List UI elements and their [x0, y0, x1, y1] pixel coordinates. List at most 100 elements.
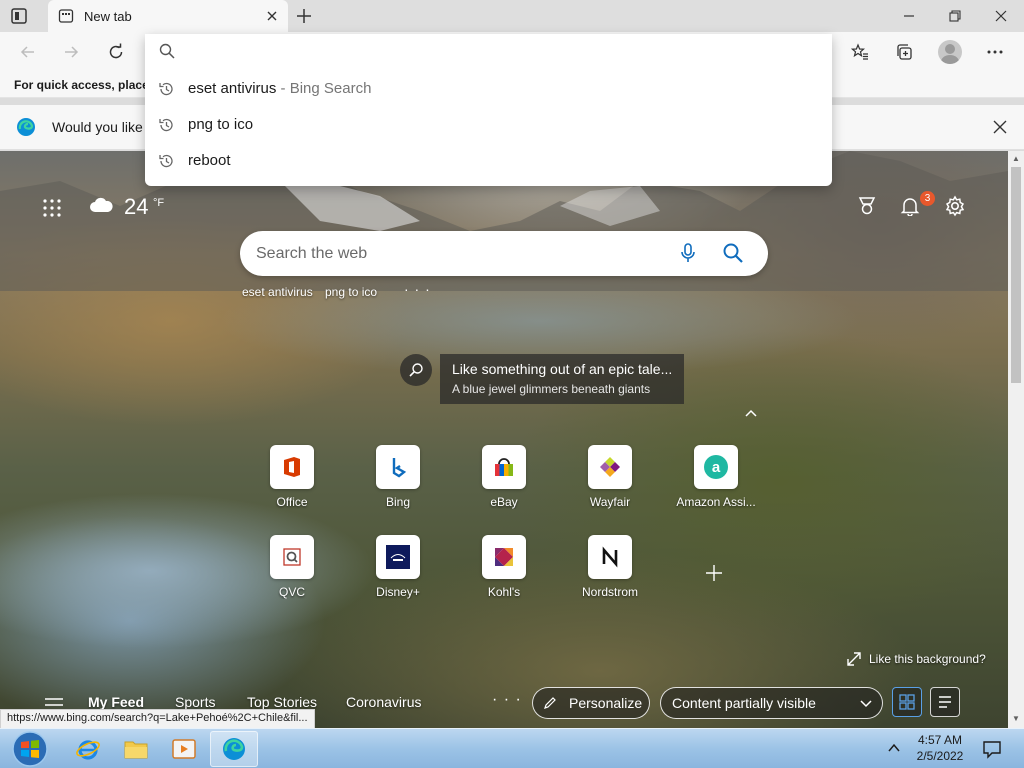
tab-actions-icon[interactable] [10, 7, 28, 25]
grid-view-icon [899, 694, 915, 710]
kohls-icon [482, 535, 526, 579]
taskbar-file-explorer[interactable] [112, 731, 160, 767]
tile-label: Bing [385, 495, 411, 509]
system-clock[interactable]: 4:57 AM 2/5/2022 [905, 732, 975, 764]
history-icon [158, 153, 174, 169]
taskbar-edge[interactable] [210, 731, 258, 767]
title-bar: New tab [0, 0, 1024, 32]
quick-search-link[interactable]: eset antivirus [242, 285, 313, 299]
quick-link-tile-wayfair[interactable]: Wayfair [565, 445, 655, 525]
personalize-button[interactable]: Personalize [532, 687, 650, 719]
taskbar-internet-explorer[interactable] [64, 731, 112, 767]
start-button[interactable] [10, 730, 50, 768]
scroll-down-arrow-icon[interactable]: ▼ [1011, 714, 1021, 724]
feed-tab-coronavirus[interactable]: Coronavirus [346, 694, 421, 710]
suggestion-source: - Bing Search [276, 80, 372, 97]
background-caption-card[interactable]: Like something out of an epic tale... A … [440, 354, 684, 404]
like-background-text: Like this background? [869, 652, 986, 666]
feed-tab-sports[interactable]: Sports [175, 694, 215, 710]
rewards-icon[interactable] [857, 196, 877, 216]
favorites-bar-hint: For quick access, place y [14, 78, 159, 92]
quick-link-tile-ebay[interactable]: eBay [459, 445, 549, 525]
new-tab-button[interactable] [294, 6, 314, 26]
close-window-button[interactable] [978, 0, 1024, 32]
tile-label: Office [276, 495, 308, 509]
qvc-icon [270, 535, 314, 579]
tile-label: Amazon Assi... [676, 495, 756, 509]
quick-link-tile-disney-plus[interactable]: Disney+ [353, 535, 443, 615]
tile-label: Kohl's [487, 585, 521, 599]
feed-tab-top-stories[interactable]: Top Stories [247, 694, 317, 710]
tile-label: QVC [278, 585, 305, 599]
suggestion-item[interactable]: png to ico [145, 108, 832, 142]
edge-logo-icon [16, 117, 36, 137]
quick-link-tile-nordstrom[interactable]: Nordstrom [565, 535, 655, 615]
suggestion-query: reboot [188, 152, 231, 169]
scrollbar-thumb[interactable] [1011, 167, 1021, 383]
quick-search-more[interactable]: · · · [404, 281, 431, 297]
forward-icon[interactable] [61, 42, 81, 62]
quick-search-link[interactable]: png to ico [325, 285, 377, 299]
quick-link-tile-kohls[interactable]: Kohl's [459, 535, 549, 615]
new-tab-page-icon [58, 8, 74, 24]
ebay-icon [482, 445, 526, 489]
address-input[interactable] [185, 40, 805, 62]
refresh-icon[interactable] [106, 42, 126, 62]
tile-label: Wayfair [589, 495, 631, 509]
restore-button[interactable] [932, 0, 978, 32]
grid-view-button[interactable] [892, 687, 922, 717]
notifications-bell-icon[interactable] [900, 196, 920, 217]
office-icon [270, 445, 314, 489]
collections-icon[interactable] [894, 42, 914, 62]
address-bar-dropdown: eset antivirus - Bing Search png to ico … [145, 34, 832, 186]
scroll-up-arrow-icon[interactable]: ▲ [1011, 154, 1021, 164]
suggestion-item[interactable]: reboot [145, 144, 832, 178]
feed-more-icon[interactable]: · · · [492, 691, 522, 709]
back-icon[interactable] [18, 42, 38, 62]
chevron-up-icon[interactable] [743, 407, 759, 419]
taskbar-media-player[interactable] [160, 731, 208, 767]
more-options-icon[interactable] [985, 42, 1005, 62]
wayfair-icon [588, 445, 632, 489]
pencil-icon [544, 697, 556, 709]
like-background-link[interactable]: Like this background? [847, 652, 986, 666]
quick-link-tile-amazon-assistant[interactable]: a Amazon Assi... [671, 445, 761, 525]
content-visibility-dropdown[interactable]: Content partially visible [660, 687, 883, 719]
svg-text:a: a [712, 459, 721, 476]
microphone-icon[interactable] [678, 242, 698, 264]
close-tab-icon[interactable] [264, 8, 280, 24]
info-bar-message: Would you like t [52, 119, 151, 135]
chevron-down-icon [860, 700, 872, 708]
quick-link-tile-qvc[interactable]: QVC [247, 535, 337, 615]
action-center-icon[interactable] [982, 739, 1002, 759]
history-icon [158, 117, 174, 133]
tab-title: New tab [84, 9, 132, 24]
page-scrollbar[interactable]: ▲ ▼ [1008, 151, 1024, 728]
feed-tab-my-feed[interactable]: My Feed [88, 694, 144, 710]
suggestion-query: eset antivirus [188, 80, 277, 97]
show-hidden-icons-icon[interactable] [886, 741, 902, 755]
nordstrom-icon [588, 535, 632, 579]
quick-link-tile-office[interactable]: Office [247, 445, 337, 525]
expand-icon [847, 652, 861, 666]
cloud-icon[interactable] [89, 197, 113, 213]
settings-gear-icon[interactable] [944, 195, 966, 217]
list-view-button[interactable] [930, 687, 960, 717]
visual-search-button[interactable] [400, 354, 432, 386]
favorites-icon[interactable] [850, 42, 870, 62]
apps-grid-icon[interactable] [42, 198, 62, 218]
close-info-bar-icon[interactable] [992, 119, 1008, 135]
magnifier-icon [409, 363, 423, 377]
temperature[interactable]: 24 [124, 194, 148, 220]
search-icon[interactable] [722, 242, 744, 264]
tab-new-tab[interactable]: New tab [48, 0, 288, 32]
profile-avatar[interactable] [938, 40, 962, 64]
web-search-box[interactable]: Search the web [240, 231, 768, 276]
suggestion-item[interactable]: eset antivirus - Bing Search [145, 72, 832, 106]
suggestion-text: eset antivirus - Bing Search [188, 80, 371, 97]
quick-link-tile-bing[interactable]: Bing [353, 445, 443, 525]
minimize-button[interactable] [886, 0, 932, 32]
windows-taskbar: 4:57 AM 2/5/2022 [0, 728, 1024, 768]
add-site-icon[interactable] [703, 562, 725, 584]
notification-count-badge: 3 [920, 191, 935, 206]
